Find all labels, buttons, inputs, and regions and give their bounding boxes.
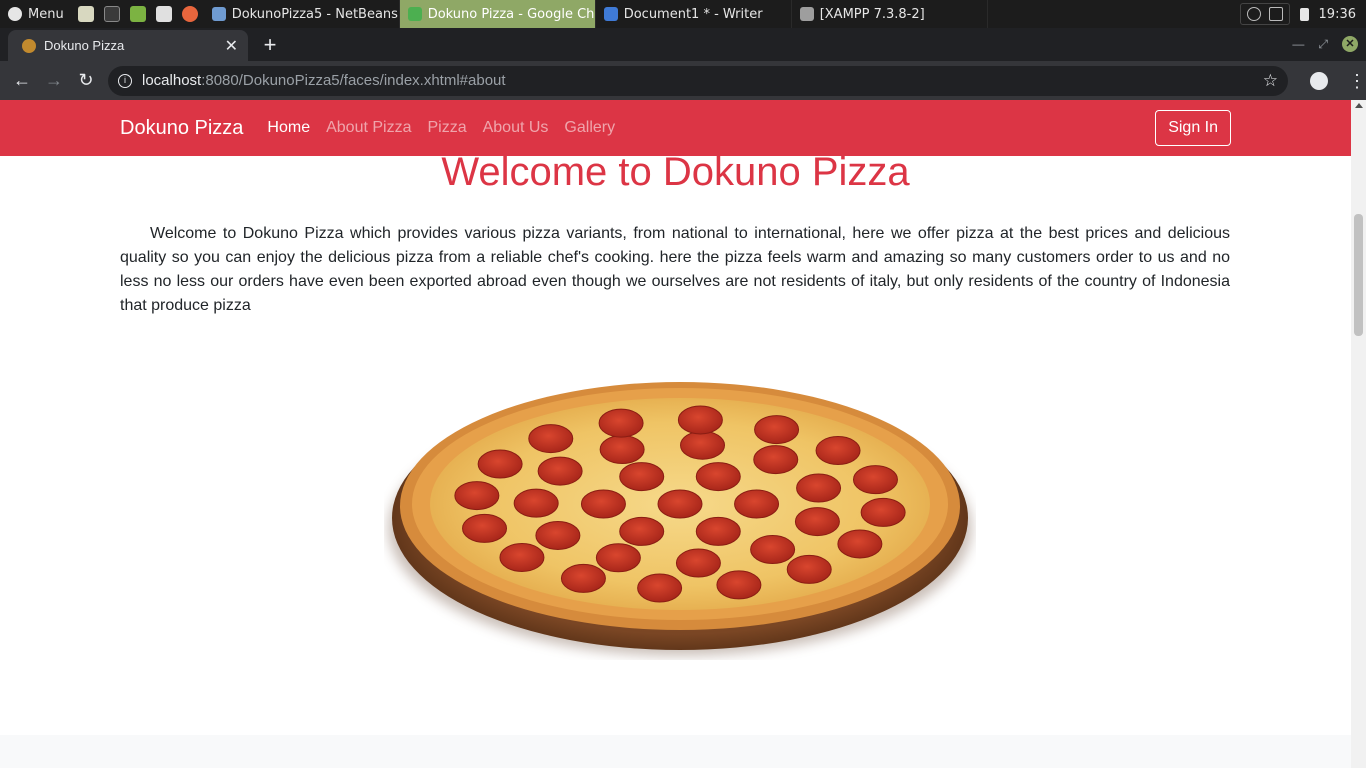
taskbar-window-title: [XAMPP 7.3.8-2] bbox=[819, 6, 925, 22]
clock[interactable]: 19:36 bbox=[1319, 7, 1356, 22]
page-title: Welcome to Dokuno Pizza bbox=[441, 150, 910, 194]
site-navbar: Dokuno Pizza Home About Pizza Pizza About U… bbox=[0, 100, 1351, 156]
os-taskbar: Menu DokunoPizza5 - NetBeans ... Dokuno P… bbox=[0, 0, 1366, 28]
back-arrow-icon[interactable]: ← bbox=[6, 70, 38, 91]
taskbar-window-0[interactable]: DokunoPizza5 - NetBeans ... bbox=[204, 0, 400, 28]
pizza-image bbox=[384, 368, 976, 660]
close-tab-icon[interactable]: ✕ bbox=[225, 36, 238, 56]
close-window-icon[interactable]: ✕ bbox=[1342, 36, 1358, 52]
firefox-launcher-icon[interactable] bbox=[181, 6, 198, 22]
browser-tab[interactable]: Dokuno Pizza ✕ bbox=[8, 30, 248, 61]
taskbar-window-2[interactable]: Document1 * - Writer bbox=[596, 0, 792, 28]
nav-link-gallery[interactable]: Gallery bbox=[564, 119, 615, 137]
start-menu-label: Menu bbox=[28, 6, 64, 22]
tab-title: Dokuno Pizza bbox=[44, 38, 125, 53]
next-section-preview bbox=[0, 735, 1351, 768]
browser-menu-icon[interactable]: ⋮ bbox=[1348, 72, 1366, 90]
bookmark-star-icon[interactable]: ☆ bbox=[1263, 71, 1278, 91]
taskbar-window-1[interactable]: Dokuno Pizza - Google Ch... bbox=[399, 0, 596, 28]
page-viewport: Dokuno Pizza Home About Pizza Pizza About U… bbox=[0, 100, 1351, 768]
url-path: :8080/DokunoPizza5/faces/index.xhtml#abo… bbox=[201, 72, 506, 89]
profile-avatar-icon[interactable] bbox=[1310, 71, 1328, 90]
chrome-icon bbox=[407, 7, 422, 21]
taskbar-window-title: Document1 * - Writer bbox=[623, 6, 763, 22]
window-controls: — ⤢ ✕ bbox=[1292, 36, 1358, 52]
bluetooth-icon[interactable] bbox=[1246, 7, 1261, 21]
nav-link-pizza[interactable]: Pizza bbox=[427, 119, 466, 137]
address-bar[interactable]: i localhost:8080/DokunoPizza5/faces/inde… bbox=[108, 65, 1288, 96]
scroll-up-arrow-icon[interactable] bbox=[1355, 103, 1363, 108]
site-brand[interactable]: Dokuno Pizza bbox=[120, 117, 243, 140]
start-menu-button[interactable]: Menu bbox=[0, 0, 72, 28]
sign-in-button[interactable]: Sign In bbox=[1155, 110, 1231, 146]
taskbar-window-title: DokunoPizza5 - NetBeans ... bbox=[231, 6, 400, 22]
taskbar-window-title: Dokuno Pizza - Google Ch... bbox=[427, 6, 596, 22]
browser-tabstrip: Dokuno Pizza ✕ + — ⤢ ✕ bbox=[0, 28, 1366, 61]
terminal-launcher-icon[interactable] bbox=[103, 6, 120, 22]
nav-link-home[interactable]: Home bbox=[267, 119, 310, 137]
browser-toolbar: ← → ↻ i localhost:8080/DokunoPizza5/face… bbox=[0, 61, 1366, 100]
intro-paragraph: Welcome to Dokuno Pizza which provides v… bbox=[120, 225, 1230, 314]
maximize-icon[interactable]: ⤢ bbox=[1318, 37, 1328, 52]
nav-link-about-pizza[interactable]: About Pizza bbox=[326, 119, 411, 137]
folder-launcher-icon[interactable] bbox=[129, 6, 146, 22]
site-nav-links: Home About Pizza Pizza About Us Gallery bbox=[267, 119, 615, 137]
file-manager-launcher-icon[interactable] bbox=[77, 6, 94, 22]
system-tray bbox=[1239, 3, 1290, 25]
quick-launch bbox=[72, 6, 204, 22]
next-section-heading-fragment bbox=[612, 761, 732, 767]
system-tray-area: 19:36 bbox=[1239, 0, 1366, 28]
text-editor-launcher-icon[interactable] bbox=[155, 6, 172, 22]
url-host: localhost bbox=[142, 72, 202, 89]
minimize-icon[interactable]: — bbox=[1292, 37, 1304, 51]
new-tab-button[interactable]: + bbox=[258, 32, 282, 58]
reload-icon[interactable]: ↻ bbox=[70, 70, 102, 91]
pizza-favicon-icon bbox=[22, 38, 36, 53]
taskbar-window-3[interactable]: [XAMPP 7.3.8-2] bbox=[792, 0, 988, 28]
nav-link-about-us[interactable]: About Us bbox=[483, 119, 549, 137]
writer-icon bbox=[603, 7, 618, 21]
battery-icon[interactable] bbox=[1299, 7, 1309, 21]
netbeans-icon bbox=[211, 7, 226, 21]
xampp-icon bbox=[799, 7, 814, 21]
site-info-icon[interactable]: i bbox=[118, 73, 132, 88]
scrollbar-thumb[interactable] bbox=[1354, 214, 1363, 336]
page-scrollbar[interactable] bbox=[1351, 100, 1366, 768]
mint-logo-icon bbox=[8, 7, 22, 21]
forward-arrow-icon[interactable]: → bbox=[38, 70, 70, 91]
display-icon[interactable] bbox=[1268, 7, 1283, 21]
